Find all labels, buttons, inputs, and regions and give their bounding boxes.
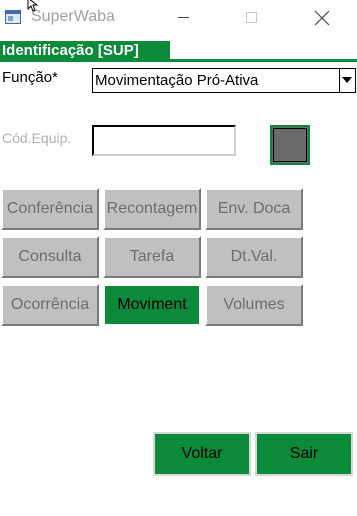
header-title-bar: Identificação [SUP] [0, 41, 170, 62]
ocorrencia-button[interactable]: Ocorrência [1, 284, 99, 326]
chevron-down-icon[interactable] [339, 69, 355, 92]
consulta-button[interactable]: Consulta [1, 236, 99, 278]
conferencia-button[interactable]: Conferência [1, 188, 99, 230]
minimize-button[interactable] [160, 0, 206, 36]
form-header: Identificação [SUP] [0, 41, 357, 62]
cod-equip-label: Cód.Equip. [2, 130, 72, 146]
maximize-button[interactable] [229, 0, 275, 36]
form-title: Identificação [SUP] [2, 42, 139, 59]
title-bar: SuperWaba [0, 0, 357, 36]
tarefa-button[interactable]: Tarefa [103, 236, 201, 278]
mouse-cursor-icon [27, 0, 39, 12]
funcao-selected-value: Movimentação Pró-Ativa [95, 72, 259, 89]
volumes-button[interactable]: Volumes [205, 284, 303, 326]
window-title: SuperWaba [31, 8, 115, 25]
app-window-icon [5, 10, 21, 24]
funcao-label: Função* [2, 69, 58, 86]
env-doca-button[interactable]: Env. Doca [205, 188, 303, 230]
funcao-select[interactable]: Movimentação Pró-Ativa [92, 68, 356, 93]
equip-lookup-button[interactable] [270, 125, 310, 165]
close-icon [314, 10, 330, 26]
voltar-button[interactable]: Voltar [153, 432, 251, 476]
moviment-button[interactable]: Moviment [103, 284, 201, 326]
sair-button[interactable]: Sair [255, 432, 353, 476]
dt-val-button[interactable]: Dt.Val. [205, 236, 303, 278]
close-button[interactable] [298, 0, 344, 36]
cod-equip-input[interactable] [92, 125, 236, 156]
recontagem-button[interactable]: Recontagem [103, 188, 201, 230]
